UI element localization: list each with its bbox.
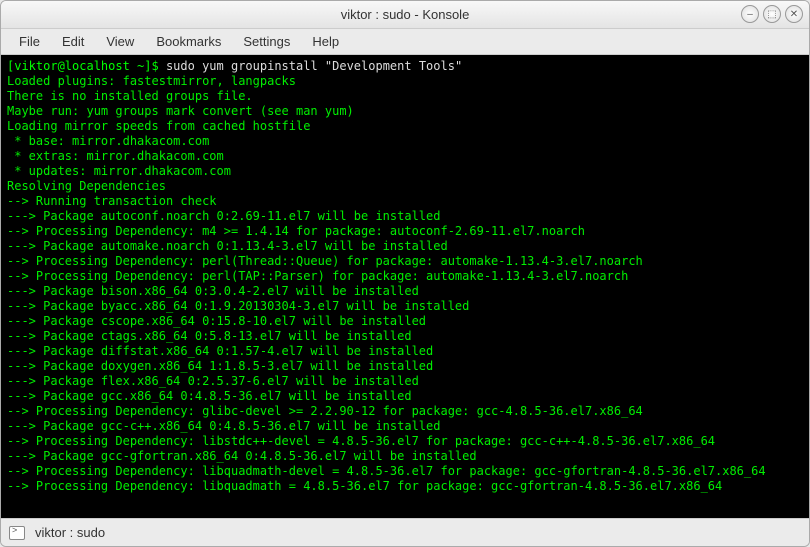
terminal-line: ---> Package gcc-c++.x86_64 0:4.8.5-36.e… [7, 419, 440, 433]
close-icon: ✕ [790, 9, 798, 20]
terminal-line: ---> Package doxygen.x86_64 1:1.8.5-3.el… [7, 359, 433, 373]
window-controls: – ⬚ ✕ [741, 5, 803, 23]
terminal-line: ---> Package flex.x86_64 0:2.5.37-6.el7 … [7, 374, 419, 388]
terminal-line: --> Processing Dependency: m4 >= 1.4.14 … [7, 224, 585, 238]
terminal-line: Loaded plugins: fastestmirror, langpacks [7, 74, 296, 88]
terminal-line: * extras: mirror.dhakacom.com [7, 149, 224, 163]
maximize-button[interactable]: ⬚ [763, 5, 781, 23]
terminal-line: ---> Package bison.x86_64 0:3.0.4-2.el7 … [7, 284, 419, 298]
terminal-line: ---> Package ctags.x86_64 0:5.8-13.el7 w… [7, 329, 412, 343]
terminal-line: Resolving Dependencies [7, 179, 166, 193]
minimize-icon: – [747, 9, 753, 20]
status-text: viktor : sudo [35, 525, 105, 540]
terminal-line: ---> Package gcc.x86_64 0:4.8.5-36.el7 w… [7, 389, 412, 403]
terminal-line: Maybe run: yum groups mark convert (see … [7, 104, 354, 118]
terminal-line: --> Processing Dependency: libstdc++-dev… [7, 434, 715, 448]
maximize-icon: ⬚ [767, 9, 776, 20]
titlebar[interactable]: viktor : sudo - Konsole – ⬚ ✕ [1, 1, 809, 29]
konsole-window: viktor : sudo - Konsole – ⬚ ✕ File Edit … [0, 0, 810, 547]
terminal-line: ---> Package diffstat.x86_64 0:1.57-4.el… [7, 344, 433, 358]
terminal-line: ---> Package autoconf.noarch 0:2.69-11.e… [7, 209, 440, 223]
terminal-line: * updates: mirror.dhakacom.com [7, 164, 231, 178]
window-title: viktor : sudo - Konsole [341, 7, 470, 22]
terminal-line: ---> Package automake.noarch 0:1.13.4-3.… [7, 239, 448, 253]
shell-command: sudo yum groupinstall "Development Tools… [166, 59, 462, 73]
terminal-line: There is no installed groups file. [7, 89, 253, 103]
statusbar: viktor : sudo [1, 518, 809, 546]
menu-file[interactable]: File [9, 31, 50, 52]
terminal-line: --> Processing Dependency: libquadmath-d… [7, 464, 766, 478]
shell-prompt: [viktor@localhost ~]$ [7, 59, 166, 73]
terminal-line: Loading mirror speeds from cached hostfi… [7, 119, 310, 133]
terminal-line: ---> Package cscope.x86_64 0:15.8-10.el7… [7, 314, 426, 328]
terminal-line: ---> Package byacc.x86_64 0:1.9.20130304… [7, 299, 469, 313]
terminal-line: --> Processing Dependency: libquadmath =… [7, 479, 722, 493]
menu-view[interactable]: View [96, 31, 144, 52]
terminal-line: --> Processing Dependency: glibc-devel >… [7, 404, 643, 418]
menu-settings[interactable]: Settings [233, 31, 300, 52]
minimize-button[interactable]: – [741, 5, 759, 23]
terminal-line: ---> Package gcc-gfortran.x86_64 0:4.8.5… [7, 449, 477, 463]
close-button[interactable]: ✕ [785, 5, 803, 23]
menu-help[interactable]: Help [302, 31, 349, 52]
menu-bookmarks[interactable]: Bookmarks [146, 31, 231, 52]
terminal-line: --> Running transaction check [7, 194, 217, 208]
terminal-output[interactable]: [viktor@localhost ~]$ sudo yum groupinst… [1, 55, 809, 518]
terminal-line: * base: mirror.dhakacom.com [7, 134, 209, 148]
menubar: File Edit View Bookmarks Settings Help [1, 29, 809, 55]
terminal-line: --> Processing Dependency: perl(Thread::… [7, 254, 643, 268]
tab-icon[interactable] [9, 526, 25, 540]
terminal-line: --> Processing Dependency: perl(TAP::Par… [7, 269, 628, 283]
menu-edit[interactable]: Edit [52, 31, 94, 52]
